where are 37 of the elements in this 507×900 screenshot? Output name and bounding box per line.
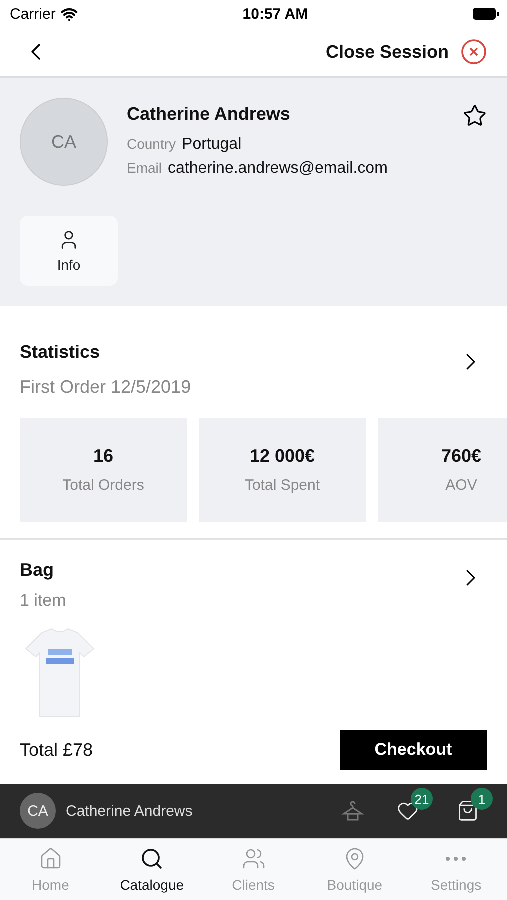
hanger-icon[interactable] xyxy=(341,799,365,823)
checkout-button[interactable]: Checkout xyxy=(340,730,487,770)
wifi-icon xyxy=(60,6,78,22)
favorite-star-icon[interactable] xyxy=(463,104,487,128)
battery-icon xyxy=(473,8,499,20)
avatar: CA xyxy=(20,793,56,829)
stat-label: AOV xyxy=(446,477,478,494)
stat-value: 16 xyxy=(93,446,114,467)
clock: 10:57 AM xyxy=(242,6,308,22)
stat-label: Total Spent xyxy=(244,477,320,494)
section-title: Bag xyxy=(20,560,54,580)
stat-value: 760€ xyxy=(441,446,482,467)
stat-label: Total Orders xyxy=(62,477,144,494)
bag-icon[interactable] xyxy=(457,800,479,822)
avatar: CA xyxy=(20,98,108,186)
people-icon xyxy=(242,847,266,871)
client-name: Catherine Andrews xyxy=(127,104,290,125)
item-count: 1 item xyxy=(20,591,66,610)
first-order-date: First Order 12/5/2019 xyxy=(20,377,192,397)
home-icon xyxy=(38,847,63,871)
field-value: catherine.andrews@email.com xyxy=(168,160,388,178)
stat-value: 12 000€ xyxy=(250,446,316,467)
info-button[interactable]: Info xyxy=(20,216,118,286)
bag-count: 1 xyxy=(471,788,493,810)
close-session-link[interactable]: Close Session xyxy=(326,42,449,62)
wishlist-count: 21 xyxy=(411,788,433,810)
more-icon xyxy=(445,856,468,862)
field-label: Email xyxy=(127,160,162,176)
close-icon[interactable] xyxy=(461,39,487,65)
section-title: Statistics xyxy=(20,342,100,362)
bag-total: Total £78 xyxy=(20,740,94,760)
carrier-label: Carrier xyxy=(10,6,56,22)
search-icon xyxy=(140,847,164,871)
field-value: Portugal xyxy=(182,136,242,154)
tab[interactable]: Catalogue xyxy=(101,839,203,900)
client-name: Catherine Andrews xyxy=(66,802,194,820)
field-label: Country xyxy=(127,136,176,152)
